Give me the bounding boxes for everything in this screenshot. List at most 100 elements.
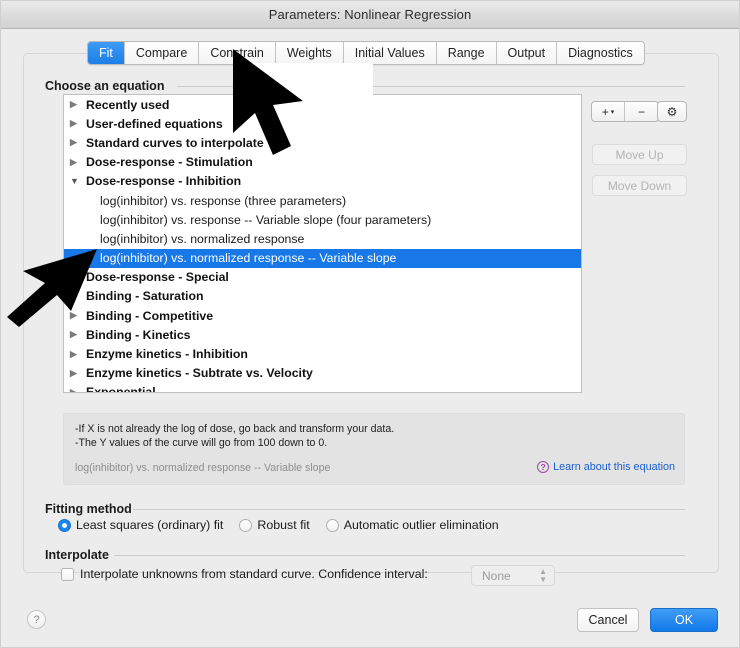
interpolate-checkbox-label: Interpolate unknowns from standard curve… [80, 567, 428, 581]
help-button[interactable]: ? [27, 610, 46, 629]
tab-compare[interactable]: Compare [124, 42, 200, 64]
move-up-label: Move Up [615, 147, 664, 162]
disclosure-closed-icon[interactable]: ▶ [70, 349, 83, 359]
disclosure-closed-icon[interactable]: ▶ [70, 368, 83, 378]
title-bar: Parameters: Nonlinear Regression [1, 1, 739, 29]
learn-about-equation-link[interactable]: ? Learn about this equation [537, 461, 675, 473]
equation-row-label: Dose-response - Special [86, 270, 229, 285]
help-question-icon: ? [537, 461, 550, 473]
equation-row-label: Recently used [86, 97, 170, 112]
equation-group-row[interactable]: ▶ User-defined equations [64, 114, 581, 133]
interpolate-checkbox-row[interactable]: Interpolate unknowns from standard curve… [61, 567, 428, 581]
interpolate-checkbox[interactable] [61, 567, 74, 581]
equation-group-row[interactable]: ▶ Exponential [64, 383, 581, 393]
equation-group-row[interactable]: ▶ Binding - Kinetics [64, 325, 581, 344]
equation-row-label: Enzyme kinetics - Subtrate vs. Velocity [86, 366, 313, 381]
minus-icon: − [637, 104, 645, 119]
interpolate-rule [114, 555, 685, 556]
ok-button[interactable]: OK [650, 608, 718, 632]
equation-row-label: Binding - Kinetics [86, 327, 191, 342]
equation-item-row[interactable]: log(inhibitor) vs. normalized response -… [64, 248, 581, 268]
tab-bar[interactable]: Fit Compare Constrain Weights Initial Values… [87, 41, 645, 65]
tab-constrain[interactable]: Constrain [199, 42, 276, 64]
disclosure-closed-icon[interactable]: ▶ [70, 330, 83, 339]
tab-label: Constrain [210, 46, 264, 60]
equation-group-row[interactable]: ▶ Standard curves to interpolate [64, 133, 581, 152]
radio-button[interactable] [58, 518, 71, 532]
fitting-method-option[interactable]: Least squares (ordinary) fit [58, 518, 223, 532]
tab-fit[interactable]: Fit [88, 42, 125, 64]
equation-group-row[interactable]: ▶ Binding - Competitive [64, 306, 581, 325]
tab-output[interactable]: Output [496, 42, 558, 64]
interpolate-label: Interpolate [45, 548, 109, 562]
cancel-label: Cancel [588, 613, 628, 627]
tab-label: Fit [99, 46, 113, 60]
move-up-button[interactable]: Move Up [592, 144, 687, 165]
add-equation-button[interactable]: + ▾ [592, 102, 625, 121]
disclosure-closed-icon[interactable]: ▶ [70, 138, 83, 147]
equation-item-row[interactable]: log(inhibitor) vs. response -- Variable … [64, 210, 581, 229]
equation-group-row[interactable]: ▶ Enzyme kinetics - Subtrate vs. Velocity [64, 364, 581, 383]
equation-row-label: Binding - Competitive [86, 308, 214, 323]
window-title: Parameters: Nonlinear Regression [268, 7, 472, 22]
disclosure-closed-icon[interactable]: ▶ [70, 100, 83, 109]
confidence-interval-value: None [482, 568, 511, 583]
disclosure-closed-icon[interactable]: ▶ [70, 387, 83, 392]
tab-label: Compare [135, 46, 188, 60]
gear-button[interactable]: ⚙ [657, 101, 687, 122]
equation-row-label: Dose-response - Inhibition [86, 174, 242, 189]
stepper-arrows-icon: ▲ ▼ [539, 566, 547, 584]
equation-row-label: Enzyme kinetics - Inhibition [86, 347, 248, 362]
equation-group-row[interactable]: ▶ Recently used [64, 95, 581, 114]
disclosure-closed-icon[interactable]: ▶ [70, 119, 83, 128]
fitting-method-option-label: Robust fit [257, 518, 310, 532]
fitting-method-label: Fitting method [45, 502, 132, 516]
chevron-down-icon: ▾ [610, 108, 615, 116]
cancel-button[interactable]: Cancel [577, 608, 639, 632]
fitting-method-option[interactable]: Robust fit [239, 518, 310, 532]
gear-icon: ⚙ [666, 104, 678, 119]
equation-item-row[interactable]: log(inhibitor) vs. normalized response [64, 229, 581, 248]
tab-label: Diagnostics [568, 46, 633, 60]
disclosure-open-icon[interactable]: ▼ [70, 176, 83, 186]
move-down-button[interactable]: Move Down [592, 175, 687, 196]
tab-diagnostics[interactable]: Diagnostics [557, 42, 644, 64]
disclosure-closed-icon[interactable]: ▶ [70, 157, 83, 167]
equation-group-row[interactable]: ▼ Dose-response - Inhibition [64, 172, 581, 191]
description-line-1: -If X is not already the log of dose, go… [75, 423, 395, 435]
equation-group-row[interactable]: ▶ Dose-response - Special [64, 268, 581, 287]
equation-group-row[interactable]: ▶ Dose-response - Stimulation [64, 153, 581, 172]
tab-range[interactable]: Range [436, 42, 497, 64]
equation-description-box: -If X is not already the log of dose, go… [63, 413, 685, 485]
move-down-label: Move Down [607, 178, 672, 193]
equation-row-label: Dose-response - Stimulation [86, 155, 253, 170]
radio-button[interactable] [239, 518, 253, 532]
equation-item-row[interactable]: log(inhibitor) vs. response (three param… [64, 191, 581, 210]
equation-row-label: User-defined equations [86, 116, 223, 131]
fitting-method-rule [133, 509, 685, 510]
popup-overlay-patch [241, 63, 373, 97]
equation-list[interactable]: ▶ Recently used ▶ User-defined equations ▶ St… [63, 94, 582, 393]
equation-group-row[interactable]: ▶ Enzyme kinetics - Inhibition [64, 344, 581, 363]
fitting-method-option[interactable]: Automatic outlier elimination [325, 518, 499, 532]
list-add-remove-segmented[interactable]: + ▾ − [591, 101, 659, 122]
parameters-dialog: Parameters: Nonlinear Regression Fit Comp… [0, 0, 740, 648]
remove-equation-button[interactable]: − [625, 102, 658, 121]
equation-row-label: log(inhibitor) vs. normalized response -… [100, 251, 397, 266]
equation-group-row[interactable]: ▶ Binding - Saturation [64, 287, 581, 306]
confidence-interval-select[interactable]: None ▲ ▼ [471, 565, 555, 586]
tab-initial-values[interactable]: Initial Values [343, 42, 437, 64]
fitting-method-option-label: Automatic outlier elimination [343, 518, 499, 532]
disclosure-closed-icon[interactable]: ▶ [70, 272, 83, 282]
tab-label: Initial Values [354, 46, 425, 60]
fitting-method-radio-group[interactable]: Least squares (ordinary) fit Robust fit Au… [58, 518, 515, 532]
equation-row-label: Binding - Saturation [86, 289, 204, 304]
tab-label: Range [447, 46, 485, 60]
disclosure-closed-icon[interactable]: ▶ [70, 311, 83, 320]
tab-weights[interactable]: Weights [275, 42, 344, 64]
disclosure-closed-icon[interactable]: ▶ [70, 291, 83, 301]
learn-link-label: Learn about this equation [553, 461, 675, 473]
equation-row-label: Exponential [86, 385, 156, 393]
ok-label: OK [674, 613, 694, 627]
radio-button[interactable] [325, 518, 339, 532]
